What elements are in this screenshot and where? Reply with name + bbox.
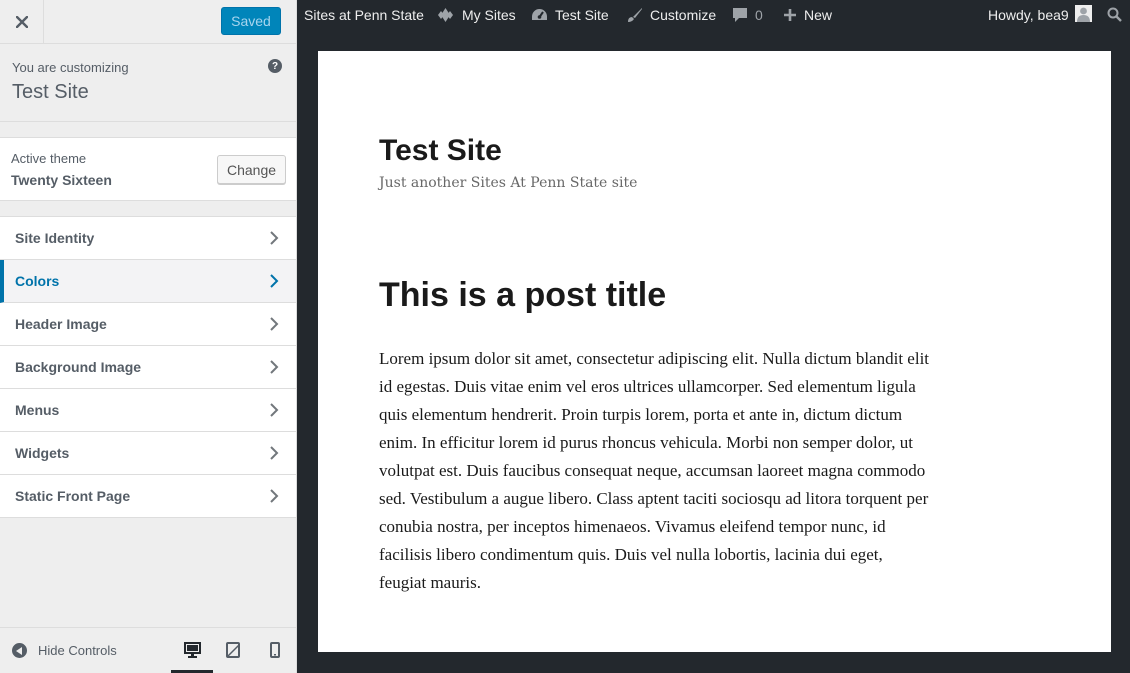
my-sites-link[interactable]: My Sites — [436, 0, 516, 29]
mobile-icon — [270, 642, 280, 658]
my-sites-icon — [436, 7, 455, 23]
preview-tablet-button[interactable] — [223, 640, 243, 660]
preview-post-body: Lorem ipsum dolor sit amet, consectetur … — [379, 349, 930, 592]
chevron-right-icon — [270, 231, 279, 245]
admin-search-button[interactable] — [1107, 0, 1122, 29]
section-static-front-page[interactable]: Static Front Page — [0, 475, 296, 518]
dashboard-icon — [531, 8, 548, 22]
new-label: New — [804, 6, 833, 23]
section-label: Site Identity — [15, 230, 95, 246]
save-button[interactable]: Saved — [221, 7, 281, 35]
close-icon — [15, 15, 28, 28]
network-link[interactable]: Sites at Penn State — [304, 0, 424, 29]
network-label: Sites at Penn State — [304, 6, 424, 23]
close-customizer-button[interactable] — [0, 0, 44, 43]
plus-icon — [783, 8, 797, 22]
brush-icon — [626, 7, 643, 23]
chevron-right-icon — [270, 360, 279, 374]
comment-icon — [732, 7, 748, 23]
customize-link[interactable]: Customize — [626, 0, 716, 29]
customizer-footer: Hide Controls — [0, 627, 296, 673]
section-label: Background Image — [15, 359, 142, 375]
tablet-icon — [226, 642, 240, 658]
chevron-right-icon — [270, 317, 279, 331]
howdy-label: Howdy, bea9 — [988, 6, 1069, 23]
admin-bar: Sites at Penn State My Sites Test Site C… — [297, 0, 1130, 29]
site-preview[interactable]: Test Site Just another Sites At Penn Sta… — [318, 51, 1111, 652]
search-icon — [1107, 7, 1122, 22]
customizing-label: You are customizing — [12, 60, 129, 75]
avatar-icon — [1074, 4, 1092, 25]
section-colors[interactable]: Colors — [0, 260, 296, 303]
active-theme-name: Twenty Sixteen — [11, 172, 112, 188]
chevron-right-icon — [270, 274, 279, 288]
section-label: Header Image — [15, 316, 107, 332]
section-menus[interactable]: Menus — [0, 389, 296, 432]
new-content-link[interactable]: New — [783, 0, 832, 29]
customize-label: Customize — [650, 6, 717, 23]
customizer-sidebar: Saved You are customizing Test Site ? Ac… — [0, 0, 297, 673]
customizing-info: You are customizing Test Site ? — [0, 44, 296, 122]
section-label: Colors — [15, 273, 60, 289]
hide-controls-label: Hide Controls — [38, 643, 117, 658]
comment-count: 0 — [755, 6, 763, 23]
preview-desktop-button[interactable] — [182, 640, 202, 660]
my-sites-label: My Sites — [462, 6, 516, 23]
change-theme-button[interactable]: Change — [217, 155, 286, 184]
section-header-image[interactable]: Header Image — [0, 303, 296, 346]
arrow-left-icon — [12, 643, 27, 658]
section-label: Widgets — [15, 445, 70, 461]
customizer-header: Saved — [0, 0, 296, 44]
chevron-right-icon — [270, 489, 279, 503]
section-widgets[interactable]: Widgets — [0, 432, 296, 475]
preview-post-title[interactable]: This is a post title — [379, 276, 666, 315]
chevron-right-icon — [270, 446, 279, 460]
section-site-identity[interactable]: Site Identity — [0, 217, 296, 260]
comments-link[interactable]: 0 — [732, 0, 763, 29]
section-label: Static Front Page — [15, 488, 131, 504]
help-icon[interactable]: ? — [268, 59, 282, 73]
account-menu[interactable]: Howdy, bea9 — [988, 0, 1092, 29]
section-list: Site Identity Colors Header Image Backgr… — [0, 216, 296, 518]
desktop-icon — [183, 642, 201, 658]
active-theme-label: Active theme — [11, 151, 87, 166]
section-background-image[interactable]: Background Image — [0, 346, 296, 389]
site-link[interactable]: Test Site — [531, 0, 609, 29]
chevron-right-icon — [270, 403, 279, 417]
hide-controls-button[interactable]: Hide Controls — [12, 643, 117, 658]
preview-mobile-button[interactable] — [265, 640, 285, 660]
preview-site-title[interactable]: Test Site — [379, 134, 502, 168]
site-label: Test Site — [555, 6, 609, 23]
preview-site-description: Just another Sites At Penn State site — [379, 175, 638, 191]
site-name: Test Site — [12, 81, 89, 103]
active-theme-panel: Active theme Twenty Sixteen Change — [0, 137, 296, 201]
section-label: Menus — [15, 402, 60, 418]
